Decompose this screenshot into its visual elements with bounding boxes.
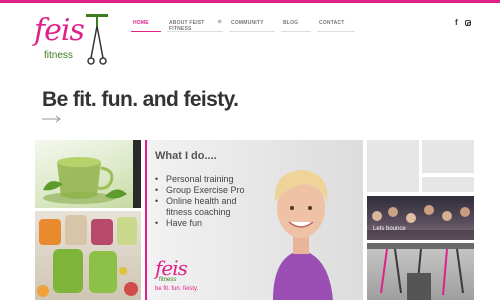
list-item: • Online health and [155,196,237,206]
list-item: • Have fun [155,218,203,228]
logo-wordmark: feis [34,13,85,48]
hero-tagline: Be fit. fun. and feisty. [42,88,239,111]
top-accent-bar [0,0,500,3]
nav-about-label: ABOUT FEIST FITNESS [169,20,205,32]
list-item: fitness coaching [166,207,231,217]
group-class-illustration [367,205,474,240]
arrow-right-icon[interactable] [42,114,62,124]
promo-logo-subtitle: fitness [159,277,177,283]
trainer-portrait [273,170,333,300]
nav-contact[interactable]: CONTACT [317,18,355,32]
promo-logo-tagline: be fit. fun. feisty. [155,286,199,292]
suspension-strap-icon [86,14,108,65]
list-item: • Group Exercise Pro [155,185,245,195]
green-tea-image[interactable] [35,140,141,208]
logo-subtitle: fitness [44,50,73,61]
chevron-down-icon: ⊙ [217,19,222,25]
nav-community[interactable]: COMMUNITY [229,18,275,32]
promo-title: What I do.... [155,150,217,162]
group-class-image[interactable]: Lets bounce [367,196,474,240]
nav-blog[interactable]: BLOG [281,18,311,32]
main-nav: HOME ABOUT FEIST FITNESS ⊙ COMMUNITY BLO… [131,18,361,32]
group-class-label: Lets bounce [373,226,406,232]
placeholder-tile [422,177,474,192]
services-list: • Personal training • Group Exercise Pro •… [155,174,245,229]
smoothie-image[interactable] [35,211,141,300]
promo-logo: feis fitness be fit. fun. feisty. [155,256,235,296]
tea-cup-illustration [43,140,141,208]
services-promo-banner[interactable]: What I do.... • Personal training • Group … [145,140,363,300]
placeholder-tile [422,140,474,173]
facebook-icon[interactable]: f [455,19,458,27]
instagram-icon[interactable] [465,20,471,26]
placeholder-tile [367,140,419,192]
smoothie-illustration [37,215,138,297]
gym-straps-illustration [367,243,474,300]
site-logo[interactable]: feis fitness [34,13,108,68]
list-item: • Personal training [155,174,234,184]
nav-about-feist-fitness[interactable]: ABOUT FEIST FITNESS ⊙ [167,18,223,32]
suspension-training-image[interactable] [367,243,474,300]
nav-home[interactable]: HOME [131,18,161,32]
